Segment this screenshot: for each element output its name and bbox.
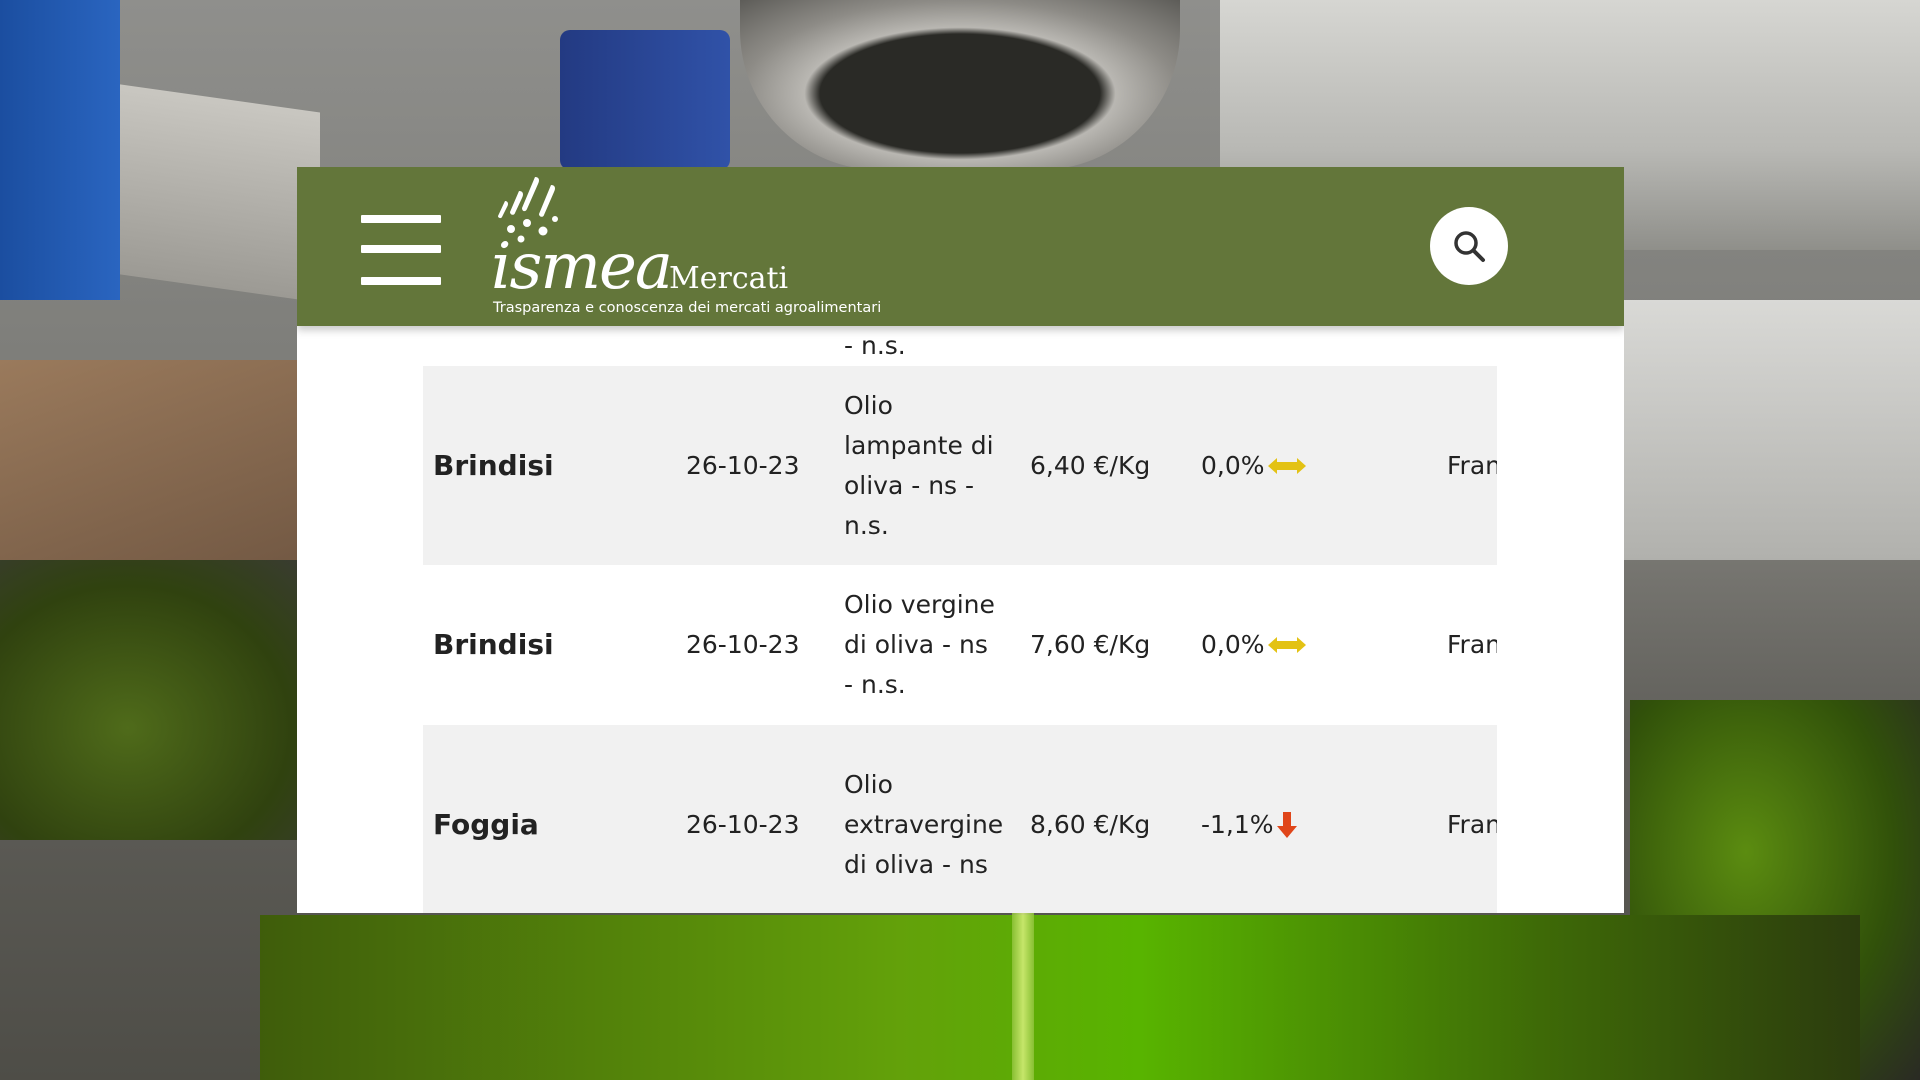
variation-cell: -1,1% [1201,725,1297,913]
date-cell: 26-10-23 [686,630,800,659]
variation-cell: 0,0% [1201,565,1306,725]
price-cell: 8,60 €/Kg [1030,809,1151,839]
place-cell: Fran [1447,809,1497,839]
site-header: ismea Mercati Trasparenza e conoscenza d… [297,167,1624,326]
hamburger-menu-icon[interactable] [361,215,441,285]
variation-cell: 0,0% [1201,366,1306,565]
city-cell: Brindisi [433,628,554,661]
price-cell: 6,40 €/Kg [1030,450,1151,480]
place-cell: Fran [1447,450,1497,480]
search-icon [1454,231,1485,262]
city-cell: Brindisi [433,448,554,482]
date-cell: 26-10-23 [686,450,800,480]
prices-table: di oliva - ns - n.s. Brindisi 26-10-23 O… [423,266,1497,913]
table-row: Brindisi 26-10-23 Olio vergine di oliva … [423,565,1497,725]
search-button[interactable] [1430,207,1508,285]
stable-trend-icon [1267,457,1306,474]
variation-value: -1,1% [1201,809,1274,839]
brand-word: ismea [491,230,673,304]
date-cell: 26-10-23 [686,809,800,839]
brand-tagline: Trasparenza e conoscenza dei mercati agr… [493,300,882,316]
price-cell: 7,60 €/Kg [1030,630,1151,659]
ismea-mercati-logo[interactable]: ismea Mercati Trasparenza e conoscenza d… [491,175,911,316]
product-cell: Olio lampante di oliva - ns - n.s. [844,390,994,540]
ismea-screenshot: ismea Mercati Trasparenza e conoscenza d… [297,167,1624,913]
variation-value: 0,0% [1201,450,1265,480]
city-cell: Foggia [433,807,539,841]
variation-value: 0,0% [1201,630,1265,659]
place-cell: Fran [1447,630,1497,659]
down-trend-icon [1276,811,1297,838]
table-row: Foggia 26-10-23 Olio extravergine di oli… [423,725,1497,913]
brand-sub: Mercati [669,261,789,296]
table-row: Brindisi 26-10-23 Olio lampante di oliva… [423,366,1497,565]
stable-trend-icon [1267,637,1306,653]
product-cell: Olio vergine di oliva - ns - n.s. [844,590,995,699]
product-cell: Olio extravergine di oliva - ns [844,769,1004,879]
